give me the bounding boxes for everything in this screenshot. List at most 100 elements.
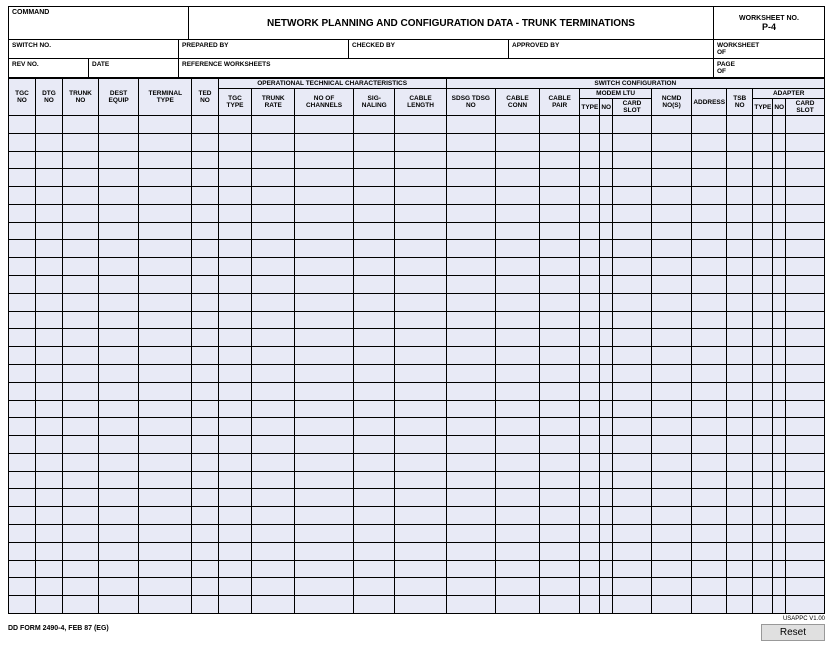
data-cell	[446, 311, 495, 329]
data-cell	[613, 347, 652, 365]
data-cell	[35, 204, 62, 222]
data-cell	[786, 116, 825, 134]
data-cell	[613, 471, 652, 489]
data-cell	[252, 578, 295, 596]
data-cell	[98, 471, 138, 489]
data-cell	[192, 542, 218, 560]
command-label: COMMAND	[12, 9, 49, 16]
data-cell	[9, 400, 36, 418]
data-cell	[692, 329, 727, 347]
data-cell	[727, 507, 753, 525]
data-cell	[35, 578, 62, 596]
data-cell	[139, 276, 192, 294]
data-cell	[651, 489, 691, 507]
data-cell	[62, 258, 98, 276]
data-cell	[727, 293, 753, 311]
data-cell	[192, 471, 218, 489]
data-cell	[580, 578, 600, 596]
data-cell	[692, 471, 727, 489]
data-cell	[35, 187, 62, 205]
data-cell	[192, 382, 218, 400]
data-cell	[9, 258, 36, 276]
data-cell	[395, 596, 446, 614]
data-cell	[773, 364, 786, 382]
data-cell	[773, 542, 786, 560]
data-cell	[9, 329, 36, 347]
data-cell	[35, 436, 62, 454]
data-cell	[753, 471, 773, 489]
data-cell	[218, 222, 252, 240]
data-cell	[9, 133, 36, 151]
reset-button[interactable]: Reset	[761, 624, 825, 641]
data-cell	[252, 560, 295, 578]
data-cell	[192, 436, 218, 454]
data-cell	[252, 240, 295, 258]
data-cell	[35, 116, 62, 134]
data-cell	[786, 311, 825, 329]
checked-by-cell: CHECKED BY	[349, 40, 509, 58]
data-cell	[773, 596, 786, 614]
data-cell	[192, 311, 218, 329]
data-cell	[395, 507, 446, 525]
data-cell	[9, 204, 36, 222]
data-cell	[651, 151, 691, 169]
data-cell	[62, 169, 98, 187]
table-row	[9, 222, 825, 240]
data-cell	[786, 347, 825, 365]
worksheet-no-box: WORKSHEET NO. P-4	[714, 7, 824, 39]
data-cell	[651, 169, 691, 187]
data-cell	[600, 222, 613, 240]
data-cell	[727, 240, 753, 258]
data-cell	[753, 542, 773, 560]
data-cell	[9, 560, 36, 578]
data-cell	[252, 293, 295, 311]
data-cell	[600, 293, 613, 311]
data-cell	[651, 382, 691, 400]
data-cell	[600, 187, 613, 205]
data-cell	[651, 507, 691, 525]
data-cell	[613, 453, 652, 471]
data-cell	[600, 329, 613, 347]
data-cell	[651, 418, 691, 436]
data-cell	[613, 596, 652, 614]
table-row	[9, 560, 825, 578]
prepared-by-label: PREPARED BY	[182, 42, 228, 49]
data-cell	[773, 560, 786, 578]
data-cell	[218, 400, 252, 418]
data-cell	[539, 542, 579, 560]
data-cell	[218, 276, 252, 294]
data-cell	[62, 542, 98, 560]
data-cell	[252, 596, 295, 614]
data-cell	[651, 329, 691, 347]
data-cell	[651, 453, 691, 471]
data-cell	[539, 524, 579, 542]
data-cell	[139, 560, 192, 578]
data-cell	[395, 542, 446, 560]
data-cell	[62, 436, 98, 454]
data-cell	[446, 436, 495, 454]
data-cell	[495, 133, 539, 151]
page-label: PAGE	[717, 61, 735, 68]
data-cell	[773, 293, 786, 311]
data-cell	[35, 222, 62, 240]
data-cell	[446, 116, 495, 134]
table-row	[9, 276, 825, 294]
data-cell	[354, 116, 395, 134]
data-cell	[786, 596, 825, 614]
main-title: NETWORK PLANNING AND CONFIGURATION DATA …	[267, 18, 635, 29]
data-cell	[354, 222, 395, 240]
data-cell	[773, 347, 786, 365]
data-cell	[495, 382, 539, 400]
data-cell	[192, 276, 218, 294]
data-cell	[773, 400, 786, 418]
data-cell	[192, 596, 218, 614]
data-cell	[395, 222, 446, 240]
data-cell	[98, 151, 138, 169]
data-cell	[692, 151, 727, 169]
table-row	[9, 293, 825, 311]
data-cell	[9, 187, 36, 205]
data-cell	[600, 524, 613, 542]
data-cell	[773, 578, 786, 596]
data-cell	[446, 133, 495, 151]
data-cell	[539, 276, 579, 294]
